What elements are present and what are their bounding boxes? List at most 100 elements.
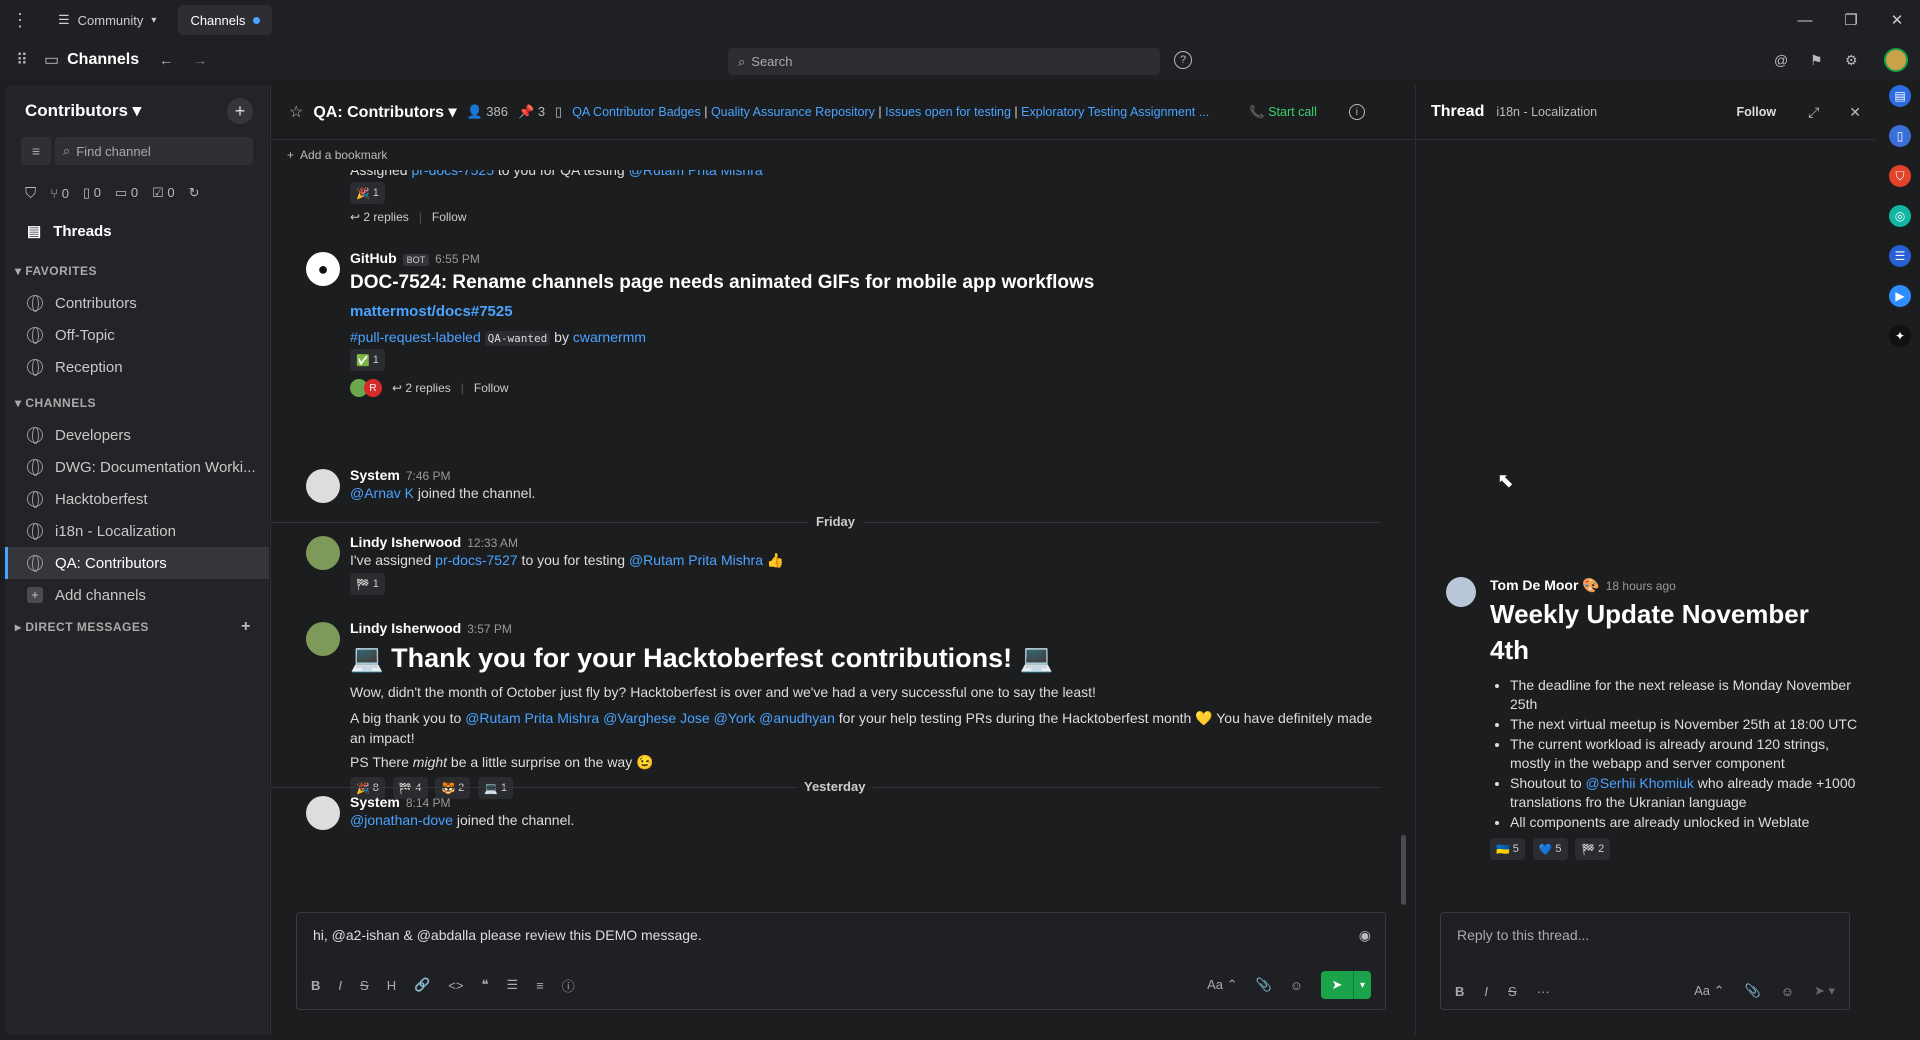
favorite-star-icon[interactable]: ☆ [289, 102, 303, 122]
follow-button[interactable]: Follow [1736, 105, 1776, 119]
saved-icon[interactable]: ⚑ [1810, 52, 1823, 69]
replies-button[interactable]: ↩ 2 replies [350, 210, 409, 224]
help-icon[interactable]: ? [1174, 51, 1192, 69]
sidebar-item-reception[interactable]: Reception [5, 351, 269, 383]
assigned-count[interactable]: ▯ 0 [83, 185, 101, 201]
formatting-toggle[interactable]: Aa ⌃ [1694, 983, 1724, 999]
send-button[interactable]: ➤ [1321, 971, 1353, 999]
eye-icon[interactable]: ◉ [1359, 927, 1371, 944]
author-link[interactable]: cwarnermm [573, 329, 646, 345]
search-input[interactable]: ⌕ Search [728, 48, 1160, 75]
mention[interactable]: @Serhii Khomiuk [1586, 775, 1694, 791]
close-window-button[interactable]: ✕ [1874, 11, 1920, 29]
send-button[interactable]: ➤ ▾ [1814, 983, 1835, 999]
grid-icon[interactable]: ⠿ [0, 50, 44, 70]
ai-app-icon[interactable]: ✦ [1889, 325, 1911, 347]
lindy-avatar[interactable] [306, 536, 340, 570]
sidebar-item-hacktoberfest[interactable]: Hacktoberfest [5, 483, 269, 515]
reaction[interactable]: ✅ 1 [350, 349, 385, 371]
sidebar-item-contributors[interactable]: Contributors [5, 287, 269, 319]
team-name[interactable]: Contributors ▾ [25, 101, 141, 121]
author-name[interactable]: GitHub [350, 250, 397, 266]
channels-tab[interactable]: Channels [178, 5, 273, 35]
gitlab-icon[interactable]: ⛉ [25, 185, 36, 202]
lindy-avatar[interactable] [306, 622, 340, 656]
priority-icon[interactable]: ⓘ [562, 976, 575, 995]
direct-messages-section[interactable]: ▸ DIRECT MESSAGES + [5, 611, 269, 643]
numbered-list-icon[interactable]: ≡ [536, 978, 544, 993]
files-icon[interactable]: ▯ [555, 104, 562, 120]
repo-link[interactable]: mattermost/docs#7525 [350, 303, 1386, 320]
refresh-icon[interactable]: ↻ [189, 185, 200, 201]
italic-icon[interactable]: I [1484, 984, 1488, 999]
user-avatar[interactable] [1884, 48, 1908, 72]
close-icon[interactable]: ✕ [1849, 104, 1861, 121]
mention[interactable]: @jonathan-dove [350, 812, 453, 828]
add-channels-button[interactable]: + Add channels [5, 579, 269, 611]
bold-icon[interactable]: B [311, 978, 320, 993]
message-input[interactable]: hi, @a2-ishan & @abdalla please review t… [297, 913, 1385, 957]
zoom-app-icon[interactable]: ▶ [1889, 285, 1911, 307]
filter-icon[interactable]: ≡ [21, 137, 51, 165]
message-composer[interactable]: hi, @a2-ishan & @abdalla please review t… [296, 912, 1386, 1010]
more-icon[interactable]: ··· [1537, 984, 1550, 999]
author-name[interactable]: Lindy Isherwood [350, 620, 461, 636]
list-app-icon[interactable]: ☰ [1889, 245, 1911, 267]
bookmark-qa-repo[interactable]: Quality Assurance Repository [711, 105, 875, 119]
send-options-chevron-icon[interactable]: ▾ [1353, 971, 1371, 999]
sidebar-item-off-topic[interactable]: Off-Topic [5, 319, 269, 351]
reaction[interactable]: 💙 5 [1532, 838, 1568, 860]
post-time[interactable]: 3:57 PM [467, 622, 512, 636]
find-channel-input[interactable]: ⌕ Find channel [55, 137, 253, 165]
formatting-toggle[interactable]: Aa ⌃ [1207, 977, 1237, 993]
reaction[interactable]: 🏁 1 [350, 573, 385, 595]
hashtag-link[interactable]: #pull-request-labeled [350, 329, 481, 345]
sidebar-item-i18n[interactable]: i18n - Localization [5, 515, 269, 547]
start-call-button[interactable]: 📞 Start call [1249, 105, 1317, 120]
todos-count[interactable]: ☑ 0 [152, 185, 175, 201]
reaction[interactable]: 🏁 2 [1575, 838, 1611, 860]
follow-button[interactable]: Follow [432, 210, 467, 224]
heading-icon[interactable]: H [387, 978, 396, 993]
pr-link[interactable]: pr-docs-7527 [435, 552, 518, 568]
pinned-count[interactable]: 📌 3 [518, 104, 545, 120]
attach-icon[interactable]: 📎 [1256, 977, 1272, 993]
emoji-icon[interactable]: ☺ [1290, 978, 1303, 993]
workspace-tab[interactable]: ☰ Community ▾ [46, 5, 168, 35]
board-app-icon[interactable]: ▤ [1889, 85, 1911, 107]
reaction[interactable]: 🎉 1 [350, 182, 385, 204]
back-arrow-icon[interactable]: ← [159, 52, 173, 68]
post-time[interactable]: 8:14 PM [406, 796, 451, 810]
mention[interactable]: @Rutam Prita Mishra [629, 552, 763, 568]
mention[interactable]: @Rutam Prita Mishra [629, 170, 763, 178]
quote-icon[interactable]: ❝ [481, 977, 488, 993]
maximize-button[interactable]: ❐ [1828, 11, 1874, 29]
thread-channel[interactable]: i18n - Localization [1496, 105, 1597, 119]
italic-icon[interactable]: I [338, 978, 342, 993]
settings-gear-icon[interactable]: ⚙ [1845, 52, 1858, 69]
link-icon[interactable]: 🔗 [414, 977, 430, 993]
sidebar-item-developers[interactable]: Developers [5, 419, 269, 451]
github-avatar[interactable]: ● [306, 252, 340, 286]
pr-link[interactable]: pr-docs-7525 [411, 170, 494, 178]
reaction[interactable]: 🇺🇦 5 [1490, 838, 1525, 860]
docs-app-icon[interactable]: ▯ [1889, 125, 1911, 147]
gitlab-app-icon[interactable]: ⛉ [1889, 165, 1911, 187]
bookmark-issues[interactable]: Issues open for testing [885, 105, 1011, 119]
expand-icon[interactable]: ⤢ [1808, 104, 1819, 121]
author-name[interactable]: Lindy Isherwood [350, 534, 461, 550]
attach-icon[interactable]: 📎 [1745, 983, 1761, 999]
tom-avatar[interactable] [1446, 577, 1476, 607]
emoji-icon[interactable]: ☺ [1781, 984, 1794, 999]
sidebar-item-dwg[interactable]: DWG: Documentation Worki... [5, 451, 269, 483]
add-bookmark-button[interactable]: + Add a bookmark [271, 140, 1414, 170]
post-time[interactable]: 7:46 PM [406, 469, 451, 483]
post-time[interactable]: 12:33 AM [467, 536, 518, 550]
author-name[interactable]: Tom De Moor [1490, 577, 1578, 593]
bookmark-exploratory[interactable]: Exploratory Testing Assignment ... [1021, 105, 1209, 119]
scrollbar[interactable] [1401, 835, 1406, 905]
plus-icon[interactable]: + [241, 618, 251, 636]
bookmark-qa-badges[interactable]: QA Contributor Badges [572, 105, 701, 119]
sidebar-item-threads[interactable]: ▤ Threads [5, 215, 269, 247]
add-button[interactable]: + [227, 98, 253, 124]
